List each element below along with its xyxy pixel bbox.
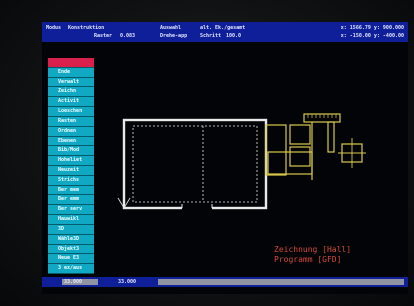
column-block[interactable] — [327, 121, 335, 153]
furniture-blocks[interactable] — [265, 113, 366, 180]
bottom-value-left: 33.000 — [64, 279, 83, 285]
table-block-2[interactable] — [289, 146, 311, 167]
crt-screen: Modus Konstruktion Auswahl alt. Ek./gesa… — [42, 22, 408, 294]
table-block-1[interactable] — [289, 124, 311, 145]
shelf-block[interactable] — [303, 113, 341, 123]
inner-wall — [132, 125, 258, 203]
bottom-status-bar: 33.000 33.000 — [42, 277, 408, 287]
drawing-caption-line2: Programm [GFD] — [274, 255, 342, 264]
cad-drawing-area[interactable] — [42, 22, 408, 294]
cabinet-block[interactable] — [265, 124, 287, 176]
bottom-value-right: 33.000 — [118, 279, 137, 285]
command-line[interactable] — [158, 279, 404, 285]
drawing-caption-line1: Zeichnung [Hall] — [274, 245, 352, 254]
floor-plan-walls — [117, 118, 268, 210]
outer-wall — [122, 118, 268, 210]
